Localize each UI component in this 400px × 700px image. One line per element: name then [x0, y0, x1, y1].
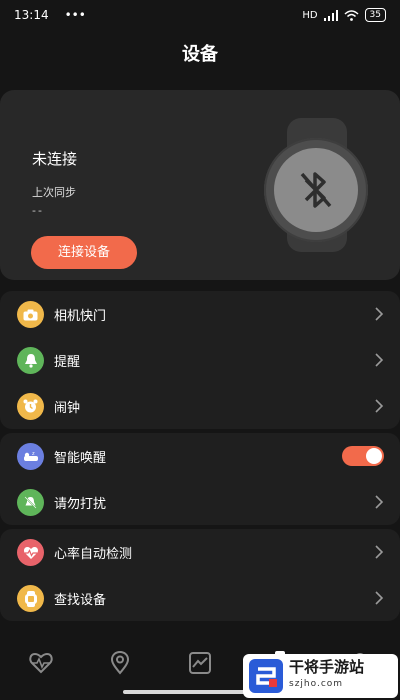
heart-rate-icon — [17, 539, 44, 566]
chart-icon[interactable] — [187, 650, 213, 676]
status-left: 13:14 ••• — [14, 8, 86, 22]
watch-face — [264, 138, 368, 242]
alarm-clock-icon — [17, 393, 44, 420]
find-device-row[interactable]: 查找设备 — [0, 575, 400, 621]
smart-wake-row: z 智能唤醒 — [0, 433, 400, 479]
chevron-right-icon — [375, 495, 384, 509]
chevron-right-icon — [375, 307, 384, 321]
chevron-right-icon — [375, 545, 384, 559]
last-sync-value: -- — [32, 204, 44, 217]
find-device-label: 查找设备 — [54, 592, 107, 608]
watermark-badge: 干将手游站 szjho.com — [243, 654, 398, 698]
find-device-icon — [17, 585, 44, 612]
watermark-logo-icon — [249, 659, 283, 693]
chevron-right-icon — [375, 399, 384, 413]
watch-screen — [274, 148, 358, 232]
heart-pulse-icon[interactable] — [28, 650, 54, 676]
smart-wake-label: 智能唤醒 — [54, 450, 107, 466]
status-bar: 13:14 ••• HD 35 — [0, 0, 400, 30]
status-dots: ••• — [64, 8, 86, 22]
connect-device-button[interactable]: 连接设备 — [31, 236, 137, 269]
bluetooth-off-icon — [300, 172, 332, 208]
toggle-knob — [366, 448, 382, 464]
camera-shutter-label: 相机快门 — [54, 308, 107, 324]
settings-group-1: 相机快门 提醒 闹钟 — [0, 291, 400, 429]
settings-group-3: 心率自动检测 查找设备 — [0, 529, 400, 621]
heart-rate-label: 心率自动检测 — [54, 546, 133, 562]
smart-wake-toggle[interactable] — [342, 446, 384, 466]
location-icon[interactable] — [107, 650, 133, 676]
watch-illustration — [262, 118, 372, 258]
camera-icon — [17, 301, 44, 328]
connection-status: 未连接 — [32, 150, 78, 168]
alarm-row[interactable]: 闹钟 — [0, 383, 400, 429]
reminder-row[interactable]: 提醒 — [0, 337, 400, 383]
svg-text:z: z — [32, 451, 35, 457]
status-time: 13:14 — [14, 8, 49, 22]
sleep-icon: z — [17, 443, 44, 470]
settings-group-2: z 智能唤醒 请勿打扰 — [0, 433, 400, 525]
signal-icon — [323, 9, 338, 21]
chevron-right-icon — [375, 591, 384, 605]
status-right: HD 35 — [302, 8, 386, 22]
camera-shutter-row[interactable]: 相机快门 — [0, 291, 400, 337]
page-title: 设备 — [182, 44, 218, 65]
reminder-label: 提醒 — [54, 354, 81, 370]
last-sync-label: 上次同步 — [32, 186, 76, 199]
alarm-label: 闹钟 — [54, 400, 81, 416]
watermark-url: szjho.com — [289, 679, 344, 689]
watermark-title: 干将手游站 — [289, 658, 365, 676]
bell-icon — [17, 347, 44, 374]
battery-indicator: 35 — [364, 8, 386, 22]
watermark-text-block: 干将手游站 szjho.com — [289, 659, 364, 693]
wifi-icon — [344, 9, 359, 21]
do-not-disturb-label: 请勿打扰 — [54, 496, 107, 512]
do-not-disturb-icon — [17, 489, 44, 516]
chevron-right-icon — [375, 353, 384, 367]
do-not-disturb-row[interactable]: 请勿打扰 — [0, 479, 400, 525]
heart-rate-row[interactable]: 心率自动检测 — [0, 529, 400, 575]
device-card: 未连接 上次同步 -- 连接设备 — [0, 90, 400, 280]
network-label: HD — [302, 9, 318, 21]
